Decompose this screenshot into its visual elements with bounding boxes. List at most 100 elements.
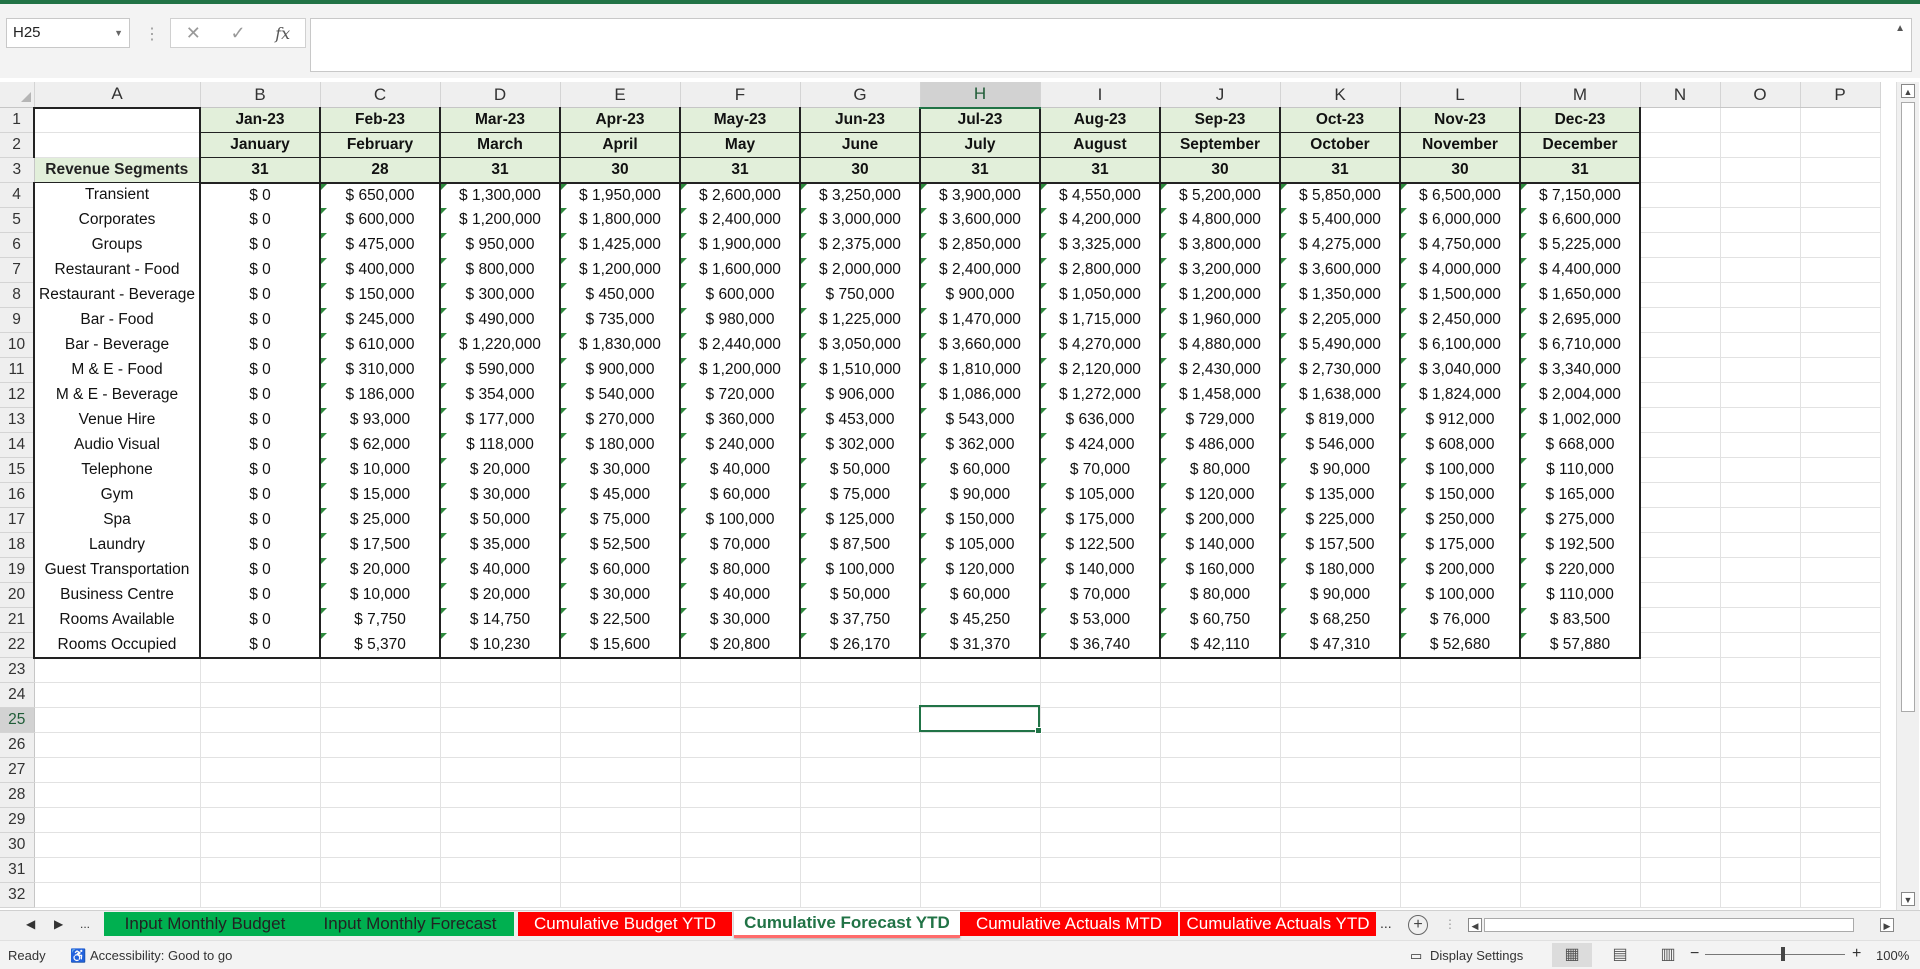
column-header-i[interactable]: I	[1040, 82, 1161, 108]
segment-value[interactable]: $ 1,200,000	[560, 257, 681, 283]
insert-function-icon[interactable]: fx	[275, 24, 290, 43]
cell-p23[interactable]	[1800, 657, 1881, 683]
segment-value[interactable]: $ 1,650,000	[1520, 282, 1641, 308]
cell-e29[interactable]	[560, 807, 681, 833]
segment-value[interactable]: $ 490,000	[440, 307, 561, 333]
cell-o16[interactable]	[1720, 482, 1801, 508]
cell-j27[interactable]	[1160, 757, 1281, 783]
cell-o6[interactable]	[1720, 232, 1801, 258]
month-code-7[interactable]: Jul-23	[919, 107, 1041, 133]
active-cell-h25[interactable]	[919, 705, 1042, 734]
add-sheet-icon[interactable]: +	[1408, 915, 1428, 935]
cell-p15[interactable]	[1800, 457, 1881, 483]
cell-h29[interactable]	[920, 807, 1041, 833]
cell-o22[interactable]	[1720, 632, 1801, 658]
cell-o30[interactable]	[1720, 832, 1801, 858]
cell-p3[interactable]	[1800, 157, 1881, 183]
segment-value[interactable]: $ 250,000	[1400, 507, 1521, 533]
segment-value[interactable]: $ 42,110	[1160, 632, 1281, 659]
segment-value[interactable]: $ 62,000	[320, 432, 441, 458]
cell-j26[interactable]	[1160, 732, 1281, 758]
cell-p14[interactable]	[1800, 432, 1881, 458]
cell-b24[interactable]	[200, 682, 321, 708]
month-name-4[interactable]: April	[559, 132, 681, 158]
zoom-level[interactable]: 100%	[1876, 948, 1909, 963]
cell-e23[interactable]	[560, 657, 681, 683]
month-name-12[interactable]: December	[1519, 132, 1641, 158]
cell-g28[interactable]	[800, 782, 921, 808]
cell-f31[interactable]	[680, 857, 801, 883]
segment-value[interactable]: $ 7,150,000	[1520, 181, 1641, 208]
segment-value[interactable]: $ 2,730,000	[1280, 357, 1401, 383]
cell-d24[interactable]	[440, 682, 561, 708]
row-header-6[interactable]: 6	[0, 232, 35, 258]
segment-label[interactable]: Restaurant - Beverage	[33, 282, 201, 308]
segment-value[interactable]: $ 270,000	[560, 407, 681, 433]
cell-i25[interactable]	[1040, 707, 1161, 733]
segment-value[interactable]: $ 1,220,000	[440, 332, 561, 358]
segment-value[interactable]: $ 360,000	[680, 407, 801, 433]
segment-value[interactable]: $ 125,000	[800, 507, 921, 533]
cell-p28[interactable]	[1800, 782, 1881, 808]
cell-j29[interactable]	[1160, 807, 1281, 833]
row-header-15[interactable]: 15	[0, 457, 35, 483]
cell-d23[interactable]	[440, 657, 561, 683]
segment-value[interactable]: $ 906,000	[800, 382, 921, 408]
horizontal-scroll-thumb[interactable]	[1484, 918, 1854, 932]
segment-value[interactable]: $ 900,000	[920, 282, 1041, 308]
segment-value[interactable]: $ 0	[200, 282, 321, 308]
cell-a31[interactable]	[34, 857, 201, 883]
cell-n23[interactable]	[1640, 657, 1721, 683]
segment-value[interactable]: $ 4,000,000	[1400, 257, 1521, 283]
cell-m31[interactable]	[1520, 857, 1641, 883]
segment-value[interactable]: $ 1,810,000	[920, 357, 1041, 383]
name-box[interactable]: H25 ▼	[6, 18, 130, 48]
cell-c28[interactable]	[320, 782, 441, 808]
segment-value[interactable]: $ 122,500	[1040, 532, 1161, 558]
cell-p18[interactable]	[1800, 532, 1881, 558]
segment-value[interactable]: $ 5,400,000	[1280, 207, 1401, 233]
cell-g31[interactable]	[800, 857, 921, 883]
cell-j25[interactable]	[1160, 707, 1281, 733]
segment-value[interactable]: $ 2,430,000	[1160, 357, 1281, 383]
segment-label[interactable]: Audio Visual	[33, 432, 201, 458]
cell-o11[interactable]	[1720, 357, 1801, 383]
cell-m25[interactable]	[1520, 707, 1641, 733]
column-header-a[interactable]: A	[34, 82, 201, 108]
cell-a30[interactable]	[34, 832, 201, 858]
segment-label[interactable]: M & E - Food	[33, 357, 201, 383]
cell-i32[interactable]	[1040, 882, 1161, 908]
sheet-tab-cumulative-actuals-mtd[interactable]: Cumulative Actuals MTD	[960, 912, 1178, 936]
vertical-scroll-thumb[interactable]	[1901, 102, 1915, 712]
cell-i29[interactable]	[1040, 807, 1161, 833]
segment-value[interactable]: $ 165,000	[1520, 482, 1641, 508]
segment-value[interactable]: $ 0	[200, 482, 321, 508]
segment-value[interactable]: $ 75,000	[560, 507, 681, 533]
cell-d30[interactable]	[440, 832, 561, 858]
cell-f27[interactable]	[680, 757, 801, 783]
segment-value[interactable]: $ 50,000	[800, 582, 921, 608]
cell-i26[interactable]	[1040, 732, 1161, 758]
display-settings-icon[interactable]: ▭	[1410, 948, 1422, 964]
cell-k28[interactable]	[1280, 782, 1401, 808]
segment-value[interactable]: $ 90,000	[1280, 457, 1401, 483]
segment-value[interactable]: $ 2,600,000	[680, 181, 801, 208]
cell-n21[interactable]	[1640, 607, 1721, 633]
cell-h31[interactable]	[920, 857, 1041, 883]
segment-value[interactable]: $ 93,000	[320, 407, 441, 433]
segment-value[interactable]: $ 0	[200, 357, 321, 383]
cell-i24[interactable]	[1040, 682, 1161, 708]
segment-value[interactable]: $ 1,960,000	[1160, 307, 1281, 333]
segment-value[interactable]: $ 90,000	[1280, 582, 1401, 608]
cell-e30[interactable]	[560, 832, 681, 858]
segment-value[interactable]: $ 0	[200, 457, 321, 483]
collapse-formula-bar-icon[interactable]: ▲	[1895, 23, 1905, 34]
cell-g24[interactable]	[800, 682, 921, 708]
segment-value[interactable]: $ 1,350,000	[1280, 282, 1401, 308]
segment-label[interactable]: Groups	[33, 232, 201, 258]
segment-value[interactable]: $ 0	[200, 582, 321, 608]
cell-g30[interactable]	[800, 832, 921, 858]
segment-value[interactable]: $ 546,000	[1280, 432, 1401, 458]
segment-value[interactable]: $ 1,950,000	[560, 181, 681, 208]
month-code-10[interactable]: Oct-23	[1279, 107, 1401, 133]
